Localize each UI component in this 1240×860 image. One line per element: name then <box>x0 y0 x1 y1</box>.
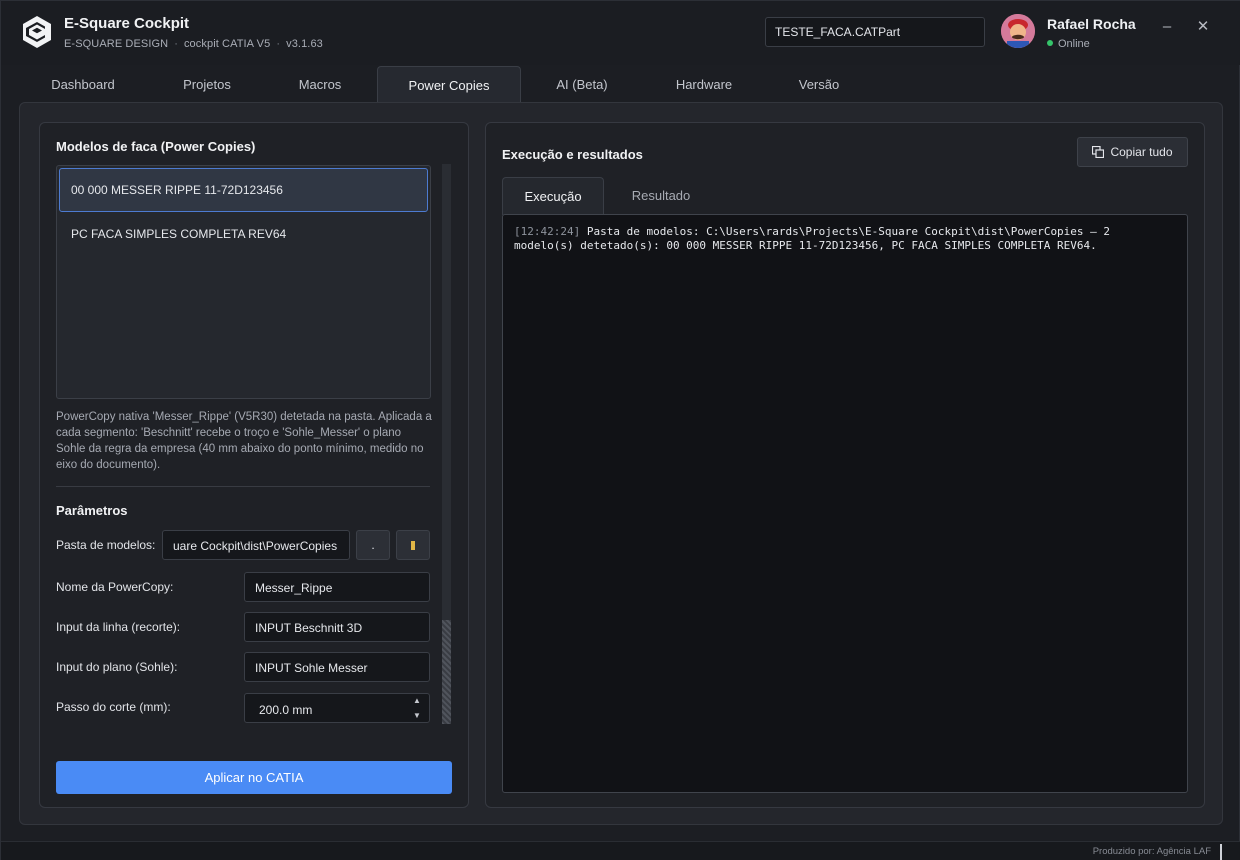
user-name: Rafael Rocha <box>1047 16 1136 32</box>
tab-ai-beta[interactable]: AI (Beta) <box>521 66 643 102</box>
status-footer: Produzido por: Agência LAF <box>1 841 1240 860</box>
user-status: Online <box>1047 38 1090 50</box>
footer-credit: Produzido por: Agência LAF <box>1092 846 1211 857</box>
current-file-field[interactable]: TESTE_FACA.CATPart <box>765 17 985 47</box>
app-title: E-Square Cockpit <box>64 15 190 32</box>
divider <box>56 486 430 487</box>
list-item[interactable]: 00 000 MESSER RIPPE 11-72D123456 <box>59 168 428 212</box>
avatar[interactable] <box>1001 14 1035 48</box>
plane-input-field[interactable]: INPUT Sohle Messer <box>244 652 430 682</box>
tab-hardware[interactable]: Hardware <box>643 66 765 102</box>
apply-catia-button[interactable]: Aplicar no CATIA <box>56 761 452 794</box>
tab-projetos[interactable]: Projetos <box>147 66 267 102</box>
params-title: Parâmetros <box>56 503 128 518</box>
line-input-label: Input da linha (recorte): <box>56 620 181 634</box>
resize-grip[interactable] <box>1220 844 1222 860</box>
power-copies-panel: Modelos de faca (Power Copies) 00 000 ME… <box>19 102 1223 825</box>
avatar-image-icon <box>1001 14 1035 48</box>
user-status-label: Online <box>1058 38 1090 50</box>
folder-dot-button[interactable]: . <box>356 530 390 560</box>
version-label: v3.1.63 <box>286 38 323 50</box>
models-list[interactable]: 00 000 MESSER RIPPE 11-72D123456 PC FACA… <box>56 165 431 399</box>
tab-resultado[interactable]: Resultado <box>610 177 712 215</box>
execution-log[interactable]: [12:42:24] Pasta de modelos: C:\Users\ra… <box>502 214 1188 793</box>
results-title: Execução e resultados <box>502 147 643 162</box>
copy-all-label: Copiar tudo <box>1110 145 1173 159</box>
results-card: Execução e resultados Copiar tudo Execuç… <box>485 122 1205 808</box>
step-stepper: ▲ ▼ <box>407 693 427 723</box>
powercopy-description: PowerCopy nativa 'Messer_Rippe' (V5R30) … <box>56 411 432 471</box>
e-square-logo-icon <box>23 16 51 48</box>
tab-macros[interactable]: Macros <box>267 66 373 102</box>
plane-input-label: Input do plano (Sohle): <box>56 660 178 674</box>
models-card: Modelos de faca (Power Copies) 00 000 ME… <box>39 122 469 808</box>
copy-icon <box>1092 146 1105 158</box>
minimize-button[interactable]: – <box>1155 15 1179 39</box>
step-decrease-button[interactable]: ▼ <box>407 708 427 723</box>
step-stepper-input[interactable]: 200.0 mm <box>244 693 430 723</box>
app-window: E-Square Cockpit E-SQUARE DESIGN · cockpit… <box>0 0 1240 860</box>
models-title: Modelos de faca (Power Copies) <box>56 139 256 154</box>
scrollbar-thumb[interactable] <box>442 620 451 724</box>
tab-versao[interactable]: Versão <box>765 66 873 102</box>
list-item[interactable]: PC FACA SIMPLES COMPLETA REV64 <box>59 212 428 256</box>
step-label: Passo do corte (mm): <box>56 700 171 714</box>
powercopy-name-input[interactable]: Messer_Rippe <box>244 572 430 602</box>
log-message: Pasta de modelos: C:\Users\rards\Project… <box>514 225 1111 252</box>
tab-execucao[interactable]: Execução <box>502 177 604 215</box>
copy-all-button[interactable]: Copiar tudo <box>1077 137 1188 167</box>
browse-folder-button[interactable] <box>396 530 430 560</box>
title-bar: E-Square Cockpit E-SQUARE DESIGN · cockpit… <box>1 1 1240 65</box>
online-dot-icon <box>1047 40 1053 46</box>
app-subtitle: E-SQUARE DESIGN · cockpit CATIA V5 · v3.1.63 <box>64 38 323 50</box>
folder-label: Pasta de modelos: <box>56 538 156 552</box>
product-name: cockpit CATIA V5 <box>183 38 271 50</box>
step-increase-button[interactable]: ▲ <box>407 693 427 708</box>
tab-dashboard[interactable]: Dashboard <box>19 66 147 102</box>
powercopy-name-label: Nome da PowerCopy: <box>56 580 174 594</box>
brand-name: E-SQUARE DESIGN <box>64 38 169 50</box>
line-input-field[interactable]: INPUT Beschnitt 3D <box>244 612 430 642</box>
close-button[interactable]: ✕ <box>1191 15 1215 39</box>
tab-power-copies[interactable]: Power Copies <box>377 66 521 102</box>
folder-icon <box>411 541 415 550</box>
folder-path-input[interactable]: uare Cockpit\dist\PowerCopies <box>162 530 350 560</box>
scrollbar[interactable] <box>442 164 451 724</box>
log-timestamp: [12:42:24] <box>514 225 581 238</box>
